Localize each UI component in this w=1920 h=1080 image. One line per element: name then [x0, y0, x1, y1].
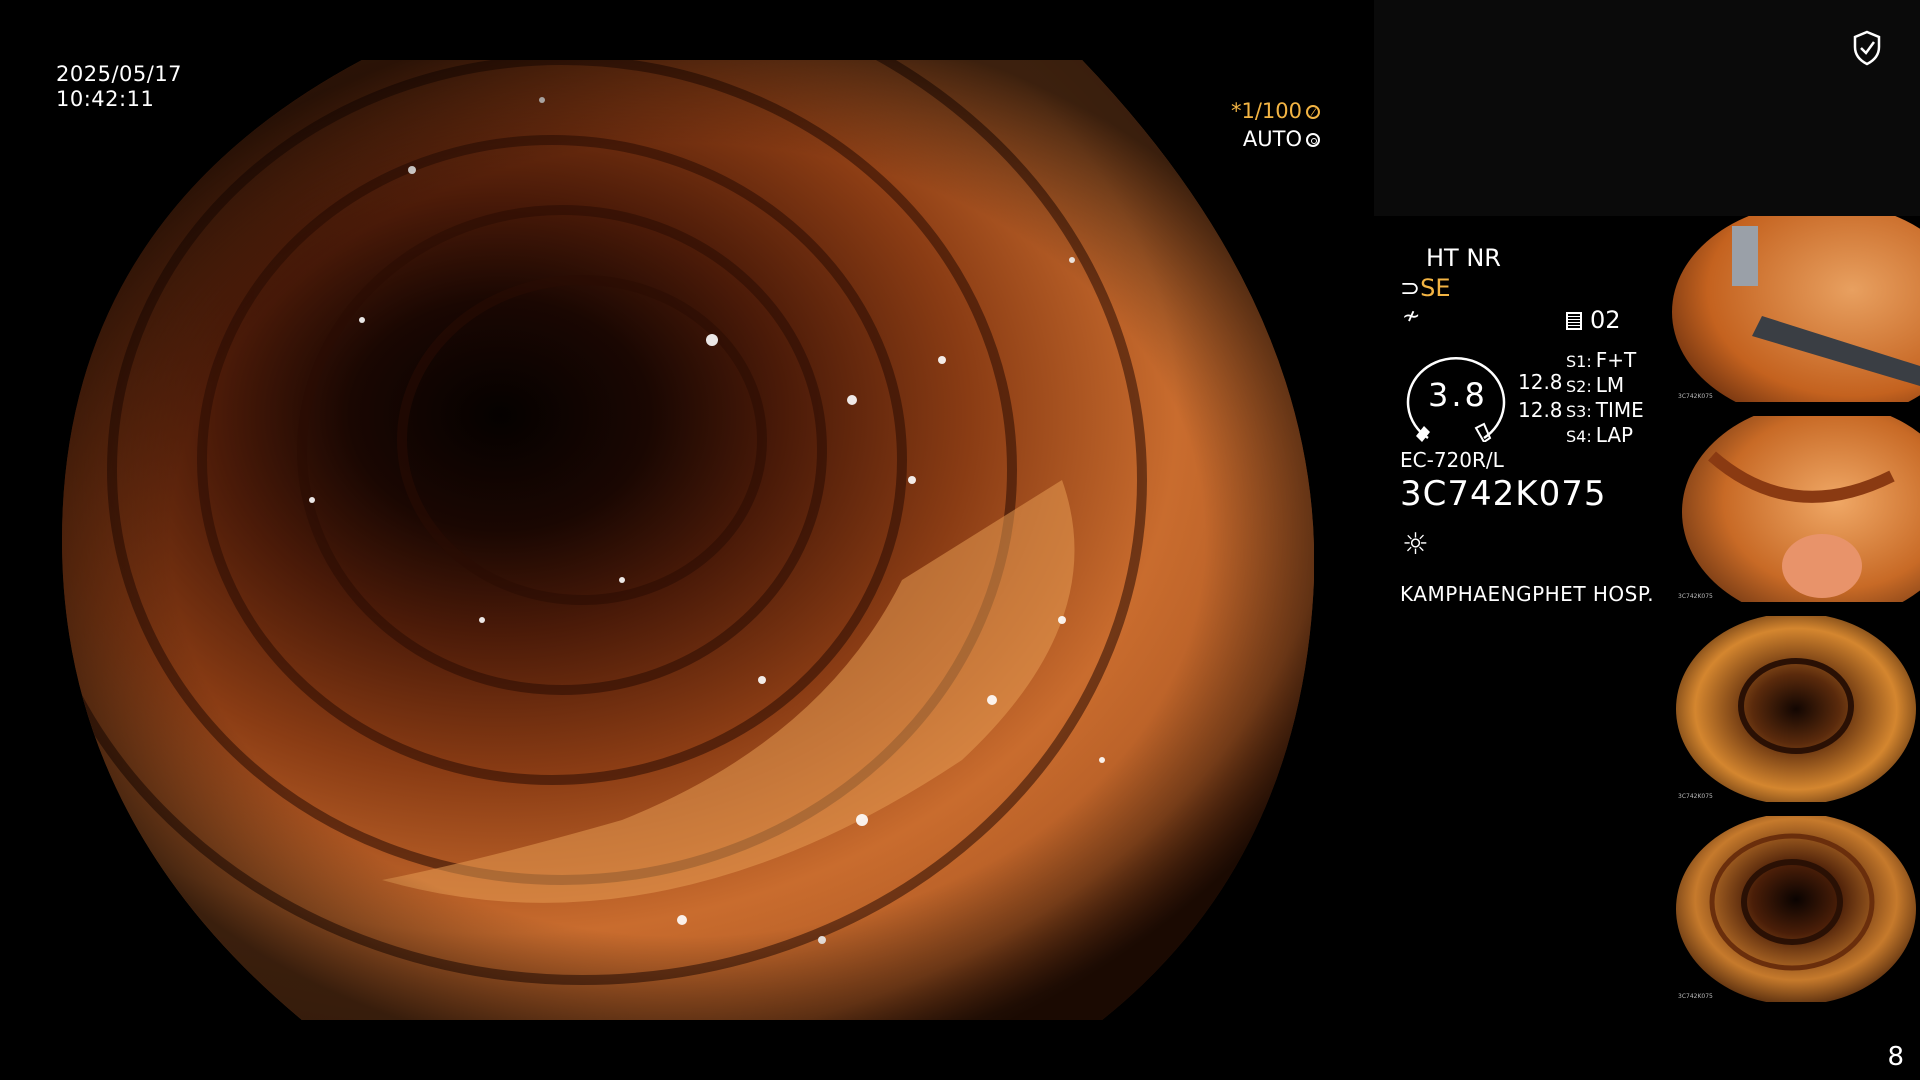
switch-s4: S4: LAP — [1566, 423, 1633, 447]
thumbnail-1[interactable]: 3C742K075 — [1672, 216, 1920, 402]
enhancement-row: ⊃SE — [1400, 274, 1451, 302]
switch-s3-key: S3: — [1566, 402, 1592, 421]
endoscope-image — [62, 60, 1314, 1020]
gauge-value: 3.8 — [1428, 376, 1488, 414]
document-icon — [1566, 312, 1582, 330]
switch-s4-value: LAP — [1595, 423, 1634, 447]
thumbnail-1-image — [1672, 216, 1920, 402]
enhancement-label: SE — [1420, 274, 1451, 302]
ht-nr-label: HT NR — [1426, 244, 1501, 272]
switch-s3-value: TIME — [1595, 398, 1644, 422]
hospital-name: KAMPHAENGPHET HOSP. — [1400, 582, 1655, 606]
thumbnail-2-image — [1672, 416, 1920, 602]
image-count: 02 — [1590, 306, 1621, 334]
right-top-panel — [1374, 0, 1920, 216]
thumbnail-3-image — [1672, 616, 1920, 802]
switch-s4-key: S4: — [1566, 427, 1592, 446]
switch-s2-value: LM — [1595, 373, 1625, 397]
status-panel: HT NR ⊃SE ≁ 02 3.8 12.8 12.8 S1: F+T S2: L… — [1400, 240, 1660, 640]
shield-check-icon — [1853, 30, 1881, 66]
value-b: 12.8 — [1518, 398, 1563, 422]
thumbnail-4-caption: 3C742K075 — [1678, 993, 1713, 1000]
switch-s3: S3: TIME — [1566, 398, 1644, 422]
switch-s2-key: S2: — [1566, 377, 1592, 396]
thumbnail-4-image — [1672, 816, 1920, 1002]
value-a: 12.8 — [1518, 370, 1563, 394]
thumbnail-4[interactable]: 3C742K075 — [1672, 816, 1920, 1002]
thumbnail-3-caption: 3C742K075 — [1678, 793, 1713, 800]
switch-s1: S1: F+T — [1566, 348, 1636, 372]
scope-model: EC-720R/L — [1400, 448, 1504, 472]
endoscope-view — [62, 60, 1314, 1020]
thumbnail-2[interactable]: 3C742K075 — [1672, 416, 1920, 602]
thumbnail-3[interactable]: 3C742K075 — [1672, 616, 1920, 802]
image-count-row: 02 — [1566, 306, 1621, 334]
page-number: 8 — [1887, 1042, 1904, 1072]
signal-icon: ≁ — [1402, 304, 1421, 329]
scope-serial: 3C742K075 — [1400, 474, 1607, 514]
thumbnail-2-caption: 3C742K075 — [1678, 593, 1713, 600]
iris-readout: AUTO — [1243, 127, 1320, 151]
shutter-readout: *1/100 — [1231, 99, 1320, 123]
switch-s1-value: F+T — [1595, 348, 1637, 372]
switch-s1-key: S1: — [1566, 352, 1592, 371]
switch-s2: S2: LM — [1566, 373, 1624, 397]
thumbnail-1-caption: 3C742K075 — [1678, 393, 1713, 400]
light-icon: ☼ — [1402, 527, 1429, 562]
shutter-icon — [1306, 105, 1320, 119]
iris-icon — [1306, 133, 1320, 147]
shutter-text: *1/100 — [1230, 99, 1302, 123]
iris-text: AUTO — [1242, 127, 1302, 151]
enhancement-icon: ⊃ — [1400, 274, 1421, 302]
